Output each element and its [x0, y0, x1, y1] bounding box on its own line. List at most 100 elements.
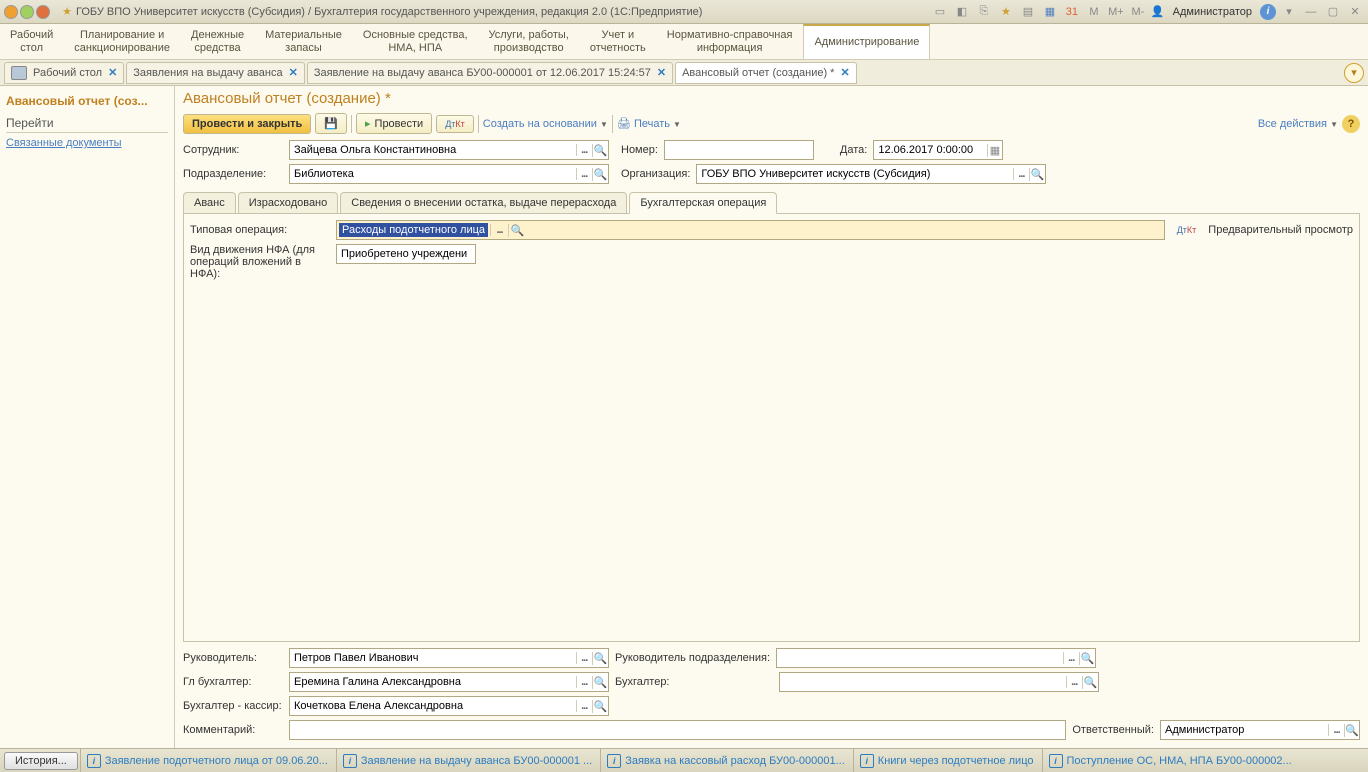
nav-planning[interactable]: Планирование и санкционирование [64, 24, 181, 59]
acc-input[interactable] [780, 673, 1066, 691]
ellipsis-icon[interactable]: ... [1063, 652, 1079, 664]
responsible-field[interactable]: ...🔍 [1160, 720, 1360, 740]
number-input[interactable] [665, 141, 813, 159]
save-button[interactable]: 💾 [315, 113, 347, 134]
help-icon[interactable]: ? [1342, 115, 1360, 133]
mminus-icon[interactable]: M- [1129, 3, 1147, 21]
search-icon[interactable]: 🔍 [592, 168, 608, 181]
employee-field[interactable]: ... 🔍 [289, 140, 609, 160]
ellipsis-icon[interactable]: ... [1013, 168, 1029, 180]
window-icon[interactable]: ▭ [931, 3, 949, 21]
status-item[interactable]: iПоступление ОС, НМА, НПА БУ00-000002... [1042, 749, 1298, 772]
post-and-close-button[interactable]: Провести и закрыть [183, 114, 311, 134]
search-icon[interactable]: 🔍 [592, 144, 608, 157]
dtct-small-button[interactable]: ДтКт [1171, 222, 1203, 238]
sidebar-link-related[interactable]: Связанные документы [6, 137, 168, 149]
tab-close-icon[interactable]: ✕ [289, 66, 298, 79]
search-icon[interactable]: 🔍 [1082, 676, 1098, 689]
preview-button[interactable]: Предварительный просмотр [1208, 224, 1353, 236]
nav-reference[interactable]: Нормативно-справочная информация [657, 24, 804, 59]
close-circle-icon[interactable] [36, 5, 50, 19]
calc-icon[interactable]: ▦ [1041, 3, 1059, 21]
chief-acc-input[interactable] [290, 673, 576, 691]
search-icon[interactable]: 🔍 [592, 652, 608, 665]
m-icon[interactable]: M [1085, 3, 1103, 21]
org-field[interactable]: ... 🔍 [696, 164, 1046, 184]
manager-field[interactable]: ...🔍 [289, 648, 609, 668]
tab-close-icon[interactable]: ✕ [657, 66, 666, 79]
search-icon[interactable]: 🔍 [592, 700, 608, 713]
nav-reporting[interactable]: Учет и отчетность [580, 24, 657, 59]
all-actions-button[interactable]: Все действия ▼ [1258, 118, 1338, 130]
tab-applications[interactable]: Заявления на выдачу аванса ✕ [126, 62, 305, 84]
minimize-icon[interactable]: — [1302, 3, 1320, 21]
tab-close-icon[interactable]: ✕ [108, 66, 117, 79]
mplus-icon[interactable]: M+ [1107, 3, 1125, 21]
dtct-button[interactable]: ДтКт [436, 115, 474, 133]
dept-manager-input[interactable] [777, 649, 1063, 667]
comment-field[interactable] [289, 720, 1066, 740]
expand-tabs-icon[interactable]: ▾ [1344, 63, 1364, 83]
status-item[interactable]: iЗаявление подотчетного лица от 09.06.20… [80, 749, 334, 772]
dept-field[interactable]: ... 🔍 [289, 164, 609, 184]
ellipsis-icon[interactable]: ... [576, 676, 592, 688]
tab-accounting[interactable]: Бухгалтерская операция [629, 192, 777, 214]
search-icon[interactable]: 🔍 [592, 676, 608, 689]
link-icon[interactable]: ⎘ [975, 3, 993, 21]
history-button[interactable]: История... [4, 752, 78, 770]
min-icon[interactable] [20, 5, 34, 19]
tab-advance[interactable]: Аванс [183, 192, 236, 213]
chief-acc-field[interactable]: ...🔍 [289, 672, 609, 692]
calendar-icon[interactable]: 31 [1063, 3, 1081, 21]
ellipsis-icon[interactable]: ... [490, 224, 508, 236]
star2-icon[interactable]: ★ [997, 3, 1015, 21]
tab-close-icon[interactable]: ✕ [840, 66, 849, 79]
calendar-icon[interactable]: ▦ [987, 144, 1003, 157]
nav-cash[interactable]: Денежные средства [181, 24, 255, 59]
dept-input[interactable] [290, 165, 576, 183]
search-icon[interactable]: 🔍 [508, 224, 526, 237]
search-icon[interactable]: 🔍 [1344, 724, 1359, 737]
status-item[interactable]: iЗаявление на выдачу аванса БУ00-000001 … [336, 749, 598, 772]
create-on-basis-button[interactable]: Создать на основании ▼ [483, 118, 608, 130]
ellipsis-icon[interactable]: ... [576, 168, 592, 180]
close-icon[interactable]: ✕ [1346, 3, 1364, 21]
status-item[interactable]: iКниги через подотчетное лицо [853, 749, 1040, 772]
tab-spent[interactable]: Израсходовано [238, 192, 339, 213]
info-icon[interactable]: i [1260, 4, 1276, 20]
list-icon[interactable]: ▤ [1019, 3, 1037, 21]
nav-services[interactable]: Услуги, работы, производство [479, 24, 580, 59]
nfa-input[interactable] [336, 244, 476, 264]
print-button[interactable]: 🖨 Печать ▼ [617, 117, 681, 130]
ellipsis-icon[interactable]: ... [576, 144, 592, 156]
ellipsis-icon[interactable]: ... [576, 652, 592, 664]
tab-advance-report[interactable]: Авансовый отчет (создание) * ✕ [675, 62, 857, 84]
nav-admin[interactable]: Администрирование [803, 24, 930, 59]
nav-desktop[interactable]: Рабочий стол [0, 24, 64, 59]
maximize-icon[interactable]: ▢ [1324, 3, 1342, 21]
acc-field[interactable]: ...🔍 [779, 672, 1099, 692]
dropdown-icon[interactable]: ▾ [1280, 3, 1298, 21]
status-item[interactable]: iЗаявка на кассовый расход БУ00-000001..… [600, 749, 851, 772]
ellipsis-icon[interactable]: ... [576, 700, 592, 712]
nav-icon[interactable]: ◧ [953, 3, 971, 21]
nav-materials[interactable]: Материальные запасы [255, 24, 353, 59]
typical-op-field[interactable]: Расходы подотчетного лица ... 🔍 [336, 220, 1165, 240]
ellipsis-icon[interactable]: ... [1328, 724, 1343, 736]
tab-desktop[interactable]: Рабочий стол ✕ [4, 62, 124, 84]
search-icon[interactable]: 🔍 [1079, 652, 1095, 665]
search-icon[interactable]: 🔍 [1029, 168, 1045, 181]
ellipsis-icon[interactable]: ... [1066, 676, 1082, 688]
number-field[interactable] [664, 140, 814, 160]
date-field[interactable]: ▦ [873, 140, 1003, 160]
post-button[interactable]: ▸Провести [356, 113, 432, 134]
org-input[interactable] [697, 165, 1012, 183]
employee-input[interactable] [290, 141, 576, 159]
dept-manager-field[interactable]: ...🔍 [776, 648, 1096, 668]
comment-input[interactable] [290, 721, 1065, 739]
cashier-field[interactable]: ...🔍 [289, 696, 609, 716]
tab-balance[interactable]: Сведения о внесении остатка, выдаче пере… [340, 192, 627, 213]
nav-assets[interactable]: Основные средства, НМА, НПА [353, 24, 479, 59]
cashier-input[interactable] [290, 697, 576, 715]
manager-input[interactable] [290, 649, 576, 667]
